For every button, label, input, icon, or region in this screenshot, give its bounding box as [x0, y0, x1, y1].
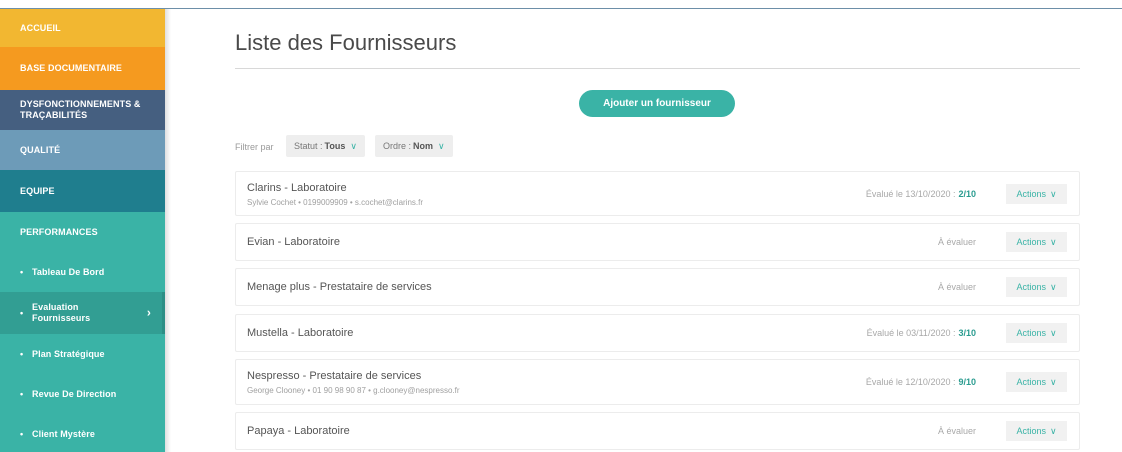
supplier-name: Papaya - Laboratoire — [247, 425, 350, 437]
sidebar-subitem-tableau-de-bord[interactable]: • Tableau De Bord — [0, 252, 165, 292]
supplier-name: Menage plus - Prestataire de services — [247, 281, 432, 293]
sidebar-item-label: PERFORMANCES — [20, 226, 98, 237]
actions-dropdown[interactable]: Actions ∨ — [1006, 323, 1067, 343]
supplier-name: Mustella - Laboratoire — [247, 327, 354, 339]
actions-dropdown[interactable]: Actions ∨ — [1006, 277, 1067, 297]
supplier-status: À évaluer — [938, 282, 976, 292]
sidebar-subitem-plan-strategique[interactable]: • Plan Stratégique — [0, 334, 165, 374]
supplier-status: Évalué le 03/11/2020 :3/10 — [867, 328, 976, 338]
sidebar-subitem-revue-de-direction[interactable]: • Revue De Direction — [0, 374, 165, 414]
supplier-name: Clarins - Laboratoire — [247, 182, 347, 194]
sidebar-item-dysfonctionnements[interactable]: DYSFONCTIONNEMENTS & TRAÇABILITÉS — [0, 90, 165, 130]
sidebar-subitem-label: Tableau De Bord — [32, 266, 105, 277]
sidebar-subitem-client-mystere[interactable]: • Client Mystère — [0, 414, 165, 452]
sidebar-item-label: BASE DOCUMENTAIRE — [20, 63, 123, 73]
sidebar-item-performances[interactable]: PERFORMANCES — [0, 212, 165, 252]
title-divider — [235, 68, 1080, 69]
bullet-icon: • — [20, 307, 24, 318]
filter-prefix: Ordre : — [383, 141, 412, 151]
supplier-contact: Sylvie Cochet • 0199009909 • s.cochet@cl… — [247, 198, 424, 207]
sidebar-subitem-label: Revue De Direction — [32, 388, 117, 399]
supplier-contact: George Clooney • 01 90 98 90 87 • g.cloo… — [247, 386, 460, 395]
status-text: Évalué le 12/10/2020 : — [865, 377, 956, 387]
chevron-down-icon: ∨ — [1049, 236, 1057, 247]
filter-label: Filtrer par — [235, 142, 274, 152]
chevron-down-icon: ∨ — [1049, 188, 1057, 199]
sidebar-item-equipe[interactable]: EQUIPE — [0, 170, 165, 212]
actions-label: Actions — [1016, 377, 1046, 387]
chevron-down-icon: ∨ — [350, 140, 357, 151]
supplier-row[interactable]: Papaya - Laboratoire À évaluer Actions ∨ — [235, 412, 1080, 450]
sidebar-shadow — [165, 9, 171, 452]
actions-label: Actions — [1016, 426, 1046, 436]
actions-dropdown[interactable]: Actions ∨ — [1006, 372, 1067, 392]
sidebar-subitem-label: Evaluation Fournisseurs — [32, 302, 91, 323]
bullet-icon: • — [20, 428, 24, 439]
supplier-row[interactable]: Clarins - Laboratoire Sylvie Cochet • 01… — [235, 171, 1080, 216]
sidebar-subitem-evaluation-fournisseurs[interactable]: • Evaluation Fournisseurs › — [0, 292, 165, 334]
supplier-score: 2/10 — [958, 189, 976, 199]
supplier-row[interactable]: Menage plus - Prestataire de services À … — [235, 268, 1080, 306]
filter-value: Nom — [413, 141, 434, 151]
chevron-down-icon: ∨ — [1049, 327, 1057, 338]
chevron-down-icon: ∨ — [1049, 376, 1057, 387]
chevron-down-icon: ∨ — [1049, 281, 1057, 292]
bullet-icon: • — [20, 388, 24, 399]
supplier-score: 3/10 — [958, 328, 976, 338]
sidebar-item-label: ACCUEIL — [20, 22, 61, 33]
sidebar-item-accueil[interactable]: ACCUEIL — [0, 9, 165, 47]
sidebar-subitem-label: Client Mystère — [32, 428, 95, 439]
bullet-icon: • — [20, 348, 24, 359]
sidebar-subitem-label: Plan Stratégique — [32, 348, 105, 359]
sidebar-item-label: EQUIPE — [20, 185, 55, 196]
actions-dropdown[interactable]: Actions ∨ — [1006, 184, 1067, 204]
supplier-row[interactable]: Nespresso - Prestataire de services Geor… — [235, 359, 1080, 405]
actions-label: Actions — [1016, 237, 1046, 247]
supplier-status: Évalué le 13/10/2020 :2/10 — [866, 189, 976, 199]
status-filter-dropdown[interactable]: Statut : Tous ∨ — [286, 135, 365, 157]
actions-dropdown[interactable]: Actions ∨ — [1006, 232, 1067, 252]
actions-label: Actions — [1016, 328, 1046, 338]
actions-label: Actions — [1016, 282, 1046, 292]
supplier-status: Évalué le 12/10/2020 :9/10 — [866, 377, 976, 387]
status-text: Évalué le 03/11/2020 : — [866, 328, 956, 338]
status-text: À évaluer — [937, 282, 976, 292]
filter-prefix: Statut : — [294, 141, 323, 151]
order-filter-dropdown[interactable]: Ordre : Nom ∨ — [375, 135, 453, 157]
supplier-status: À évaluer — [938, 237, 976, 247]
actions-label: Actions — [1016, 189, 1046, 199]
status-text: À évaluer — [937, 237, 976, 247]
page-title: Liste des Fournisseurs — [235, 30, 457, 55]
supplier-row[interactable]: Mustella - Laboratoire Évalué le 03/11/2… — [235, 314, 1080, 352]
supplier-name: Nespresso - Prestataire de services — [247, 370, 422, 382]
chevron-down-icon: ∨ — [1049, 425, 1057, 436]
actions-dropdown[interactable]: Actions ∨ — [1006, 421, 1067, 441]
supplier-row[interactable]: Evian - Laboratoire À évaluer Actions ∨ — [235, 223, 1080, 261]
sidebar-item-base-documentaire[interactable]: BASE DOCUMENTAIRE — [0, 47, 165, 90]
status-text: À évaluer — [937, 426, 976, 436]
filter-value: Tous — [324, 141, 346, 151]
supplier-status: À évaluer — [938, 426, 976, 436]
supplier-score: 9/10 — [958, 377, 976, 387]
chevron-right-icon: › — [146, 305, 151, 320]
sidebar-item-label: QUALITÉ — [20, 144, 61, 155]
sidebar-item-qualite[interactable]: QUALITÉ — [0, 130, 165, 170]
sidebar: ACCUEIL BASE DOCUMENTAIRE DYSFONCTIONNEM… — [0, 9, 165, 452]
supplier-name: Evian - Laboratoire — [247, 236, 340, 248]
sidebar-item-label: DYSFONCTIONNEMENTS & TRAÇABILITÉS — [20, 99, 141, 120]
bullet-icon: • — [20, 266, 24, 277]
chevron-down-icon: ∨ — [438, 140, 445, 151]
status-text: Évalué le 13/10/2020 : — [865, 189, 956, 199]
add-supplier-button[interactable]: Ajouter un fournisseur — [579, 90, 735, 117]
